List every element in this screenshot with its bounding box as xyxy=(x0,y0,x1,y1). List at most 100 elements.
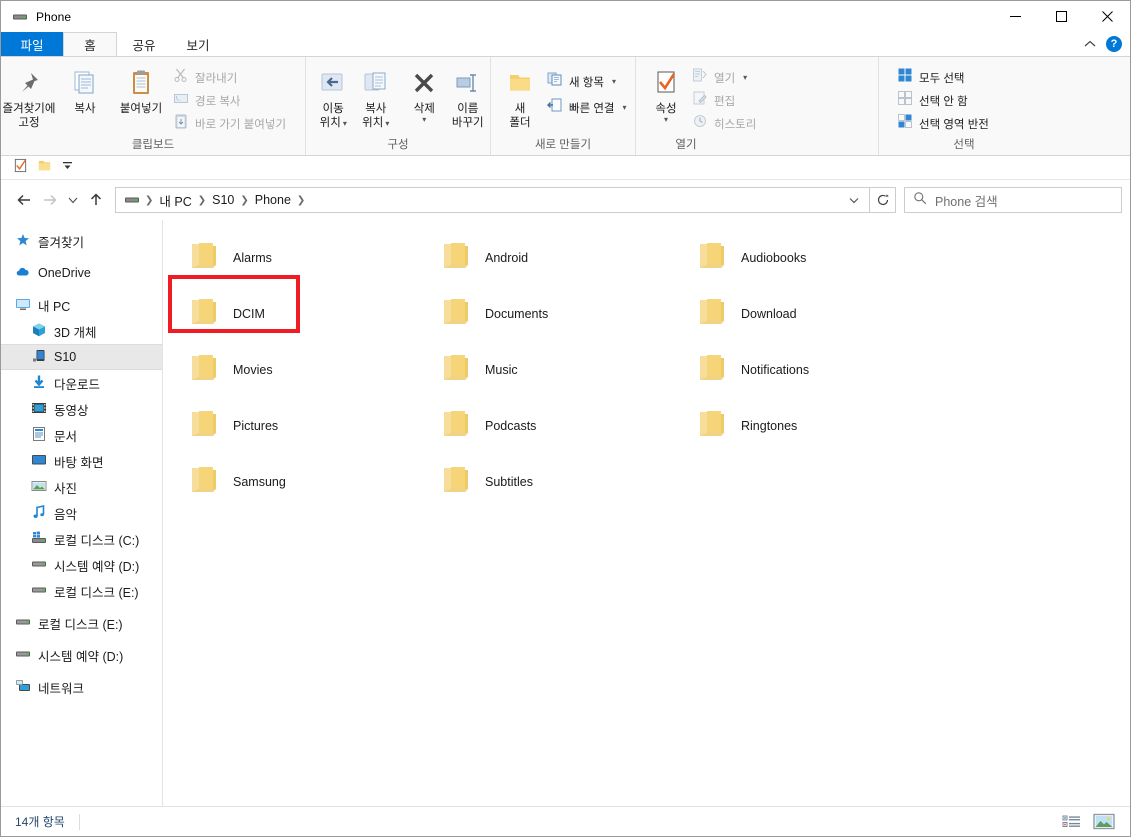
tab-home[interactable]: 홈 xyxy=(63,32,117,56)
sidebar-item-downloads[interactable]: 다운로드 xyxy=(1,370,162,396)
properties-label: 속성 xyxy=(655,103,677,115)
documents-icon xyxy=(31,426,47,445)
breadcrumb-item-phone[interactable]: Phone xyxy=(250,193,296,207)
sidebar-item-videos[interactable]: 동영상 xyxy=(1,396,162,422)
pictures-icon xyxy=(31,478,47,497)
sidebar-item-system-reserved-d-root[interactable]: 시스템 예약 (D:) xyxy=(1,642,162,668)
breadcrumb-item-s10[interactable]: S10 xyxy=(207,193,239,207)
delete-button[interactable]: 삭제 ▾ xyxy=(403,62,446,124)
history-button[interactable]: 히스토리 xyxy=(688,113,760,134)
new-folder-small-icon[interactable] xyxy=(37,158,52,178)
pin-to-quick-access-button[interactable]: 즐겨찾기에 고정 xyxy=(1,62,57,130)
sidebar-item-music[interactable]: 음악 xyxy=(1,500,162,526)
file-grid: Alarms Android Audiobooks DCIM Documents… xyxy=(163,220,1130,510)
copy-path-button[interactable]: \.. 경로 복사 xyxy=(169,90,290,111)
maximize-button[interactable] xyxy=(1038,1,1084,32)
search-box[interactable]: Phone 검색 xyxy=(904,187,1122,213)
file-item-samsung[interactable]: Samsung xyxy=(177,454,429,510)
open-small-buttons: 열기 ▾ 편집 히스토리 xyxy=(688,62,760,134)
paste-button[interactable]: 붙여넣기 xyxy=(113,62,169,116)
search-input[interactable]: Phone 검색 xyxy=(935,191,998,210)
move-to-button[interactable]: 이동 위치 ▾ xyxy=(312,62,355,131)
new-folder-button[interactable]: 새 폴더 xyxy=(497,62,543,130)
file-item-download[interactable]: Download xyxy=(685,286,945,342)
sidebar-item-onedrive[interactable]: OneDrive xyxy=(1,260,162,286)
copy-to-button[interactable]: 복사 위치 ▾ xyxy=(355,62,398,131)
large-icons-view-icon[interactable] xyxy=(1092,811,1116,833)
invert-selection-button[interactable]: 선택 영역 반전 xyxy=(893,113,993,134)
downloads-icon xyxy=(31,374,47,393)
refresh-button[interactable] xyxy=(870,187,896,213)
sidebar-item-system-reserved-d[interactable]: 시스템 예약 (D:) xyxy=(1,552,162,578)
rename-button[interactable]: 이름 바꾸기 xyxy=(446,62,490,130)
breadcrumb[interactable]: ❯ 내 PC ❯ S10 ❯ Phone ❯ xyxy=(115,187,870,213)
new-item-caret-icon[interactable]: ▾ xyxy=(612,77,616,86)
sidebar-item-documents[interactable]: 문서 xyxy=(1,422,162,448)
delete-caret-icon[interactable]: ▾ xyxy=(422,116,426,124)
file-item-pictures[interactable]: Pictures xyxy=(177,398,429,454)
up-button[interactable] xyxy=(83,187,109,213)
open-caret-icon[interactable]: ▾ xyxy=(743,73,747,82)
properties-button[interactable]: 속성 ▾ xyxy=(644,62,688,124)
file-item-music[interactable]: Music xyxy=(429,342,685,398)
file-item-documents[interactable]: Documents xyxy=(429,286,685,342)
file-item-audiobooks[interactable]: Audiobooks xyxy=(685,230,945,286)
sidebar-item-network[interactable]: 네트워크 xyxy=(1,674,162,700)
folder-icon xyxy=(189,464,219,501)
file-item-ringtones[interactable]: Ringtones xyxy=(685,398,945,454)
file-item-notifications[interactable]: Notifications xyxy=(685,342,945,398)
close-button[interactable] xyxy=(1084,1,1130,32)
properties-small-icon[interactable] xyxy=(13,158,28,178)
easy-access-caret-icon[interactable]: ▾ xyxy=(623,103,627,112)
sidebar-item-3d-objects[interactable]: 3D 개체 xyxy=(1,318,162,344)
back-button[interactable] xyxy=(11,187,37,213)
file-item-subtitles[interactable]: Subtitles xyxy=(429,454,685,510)
tab-share[interactable]: 공유 xyxy=(117,32,171,56)
sidebar-item-this-pc[interactable]: 내 PC xyxy=(1,292,162,318)
properties-icon xyxy=(651,66,681,100)
details-view-icon[interactable] xyxy=(1060,811,1084,833)
select-none-button[interactable]: 선택 안 함 xyxy=(893,90,993,111)
properties-caret-icon[interactable]: ▾ xyxy=(664,116,668,124)
chevron-up-icon[interactable] xyxy=(1084,35,1096,53)
file-list-pane[interactable]: Alarms Android Audiobooks DCIM Documents… xyxy=(163,220,1130,806)
file-item-android[interactable]: Android xyxy=(429,230,685,286)
breadcrumb-item-this-pc[interactable]: 내 PC xyxy=(154,191,196,210)
select-group-label: 선택 xyxy=(953,139,975,151)
tab-file[interactable]: 파일 xyxy=(1,32,63,56)
ribbon-group-clipboard: 즐겨찾기에 고정 복사 붙여넣기 잘라내기 \.. 경로 복사 바로 가기 붙여… xyxy=(1,57,306,155)
sidebar-item-pictures[interactable]: 사진 xyxy=(1,474,162,500)
file-item-dcim[interactable]: DCIM xyxy=(177,286,429,342)
minimize-button[interactable] xyxy=(992,1,1038,32)
ribbon-group-open: 속성 ▾ 열기 ▾ 편집 히스토리 열기 xyxy=(636,57,879,155)
open-button[interactable]: 열기 ▾ xyxy=(688,67,760,88)
sidebar-item-desktop[interactable]: 바탕 화면 xyxy=(1,448,162,474)
file-item-movies[interactable]: Movies xyxy=(177,342,429,398)
select-all-button[interactable]: 모두 선택 xyxy=(893,67,993,88)
sidebar-item-local-disk-e[interactable]: 로컬 디스크 (E:) xyxy=(1,578,162,604)
navigation-pane[interactable]: 즐겨찾기 OneDrive 내 PC 3D 개체 S10 다운로드 동영상 문서… xyxy=(1,220,163,806)
recent-locations-button[interactable] xyxy=(63,187,83,213)
file-name: DCIM xyxy=(233,307,265,321)
rename-icon xyxy=(453,66,483,100)
cut-button[interactable]: 잘라내기 xyxy=(169,67,290,88)
new-item-button[interactable]: 새 항목 ▾ xyxy=(543,71,631,92)
tab-view[interactable]: 보기 xyxy=(171,32,225,56)
chevron-down-icon[interactable] xyxy=(843,194,865,206)
easy-access-button[interactable]: 빠른 연결 ▾ xyxy=(543,97,631,118)
sidebar-item-local-disk-c[interactable]: 로컬 디스크 (C:) xyxy=(1,526,162,552)
sidebar-item-local-disk-e-root[interactable]: 로컬 디스크 (E:) xyxy=(1,610,162,636)
edit-button[interactable]: 편집 xyxy=(688,90,760,111)
sidebar-item-favorites[interactable]: 즐겨찾기 xyxy=(1,228,162,254)
forward-button[interactable] xyxy=(37,187,63,213)
customize-qat-dropdown-icon[interactable] xyxy=(61,159,74,177)
file-item-podcasts[interactable]: Podcasts xyxy=(429,398,685,454)
copy-button[interactable]: 복사 xyxy=(57,62,113,116)
pin-icon xyxy=(14,66,44,100)
file-item-alarms[interactable]: Alarms xyxy=(177,230,429,286)
sidebar-item-s10[interactable]: S10 xyxy=(1,344,162,370)
ribbon-tab-strip-right: ? xyxy=(1084,32,1130,56)
folder-icon xyxy=(697,296,727,333)
help-icon[interactable]: ? xyxy=(1106,36,1122,52)
paste-shortcut-button[interactable]: 바로 가기 붙여넣기 xyxy=(169,113,290,134)
